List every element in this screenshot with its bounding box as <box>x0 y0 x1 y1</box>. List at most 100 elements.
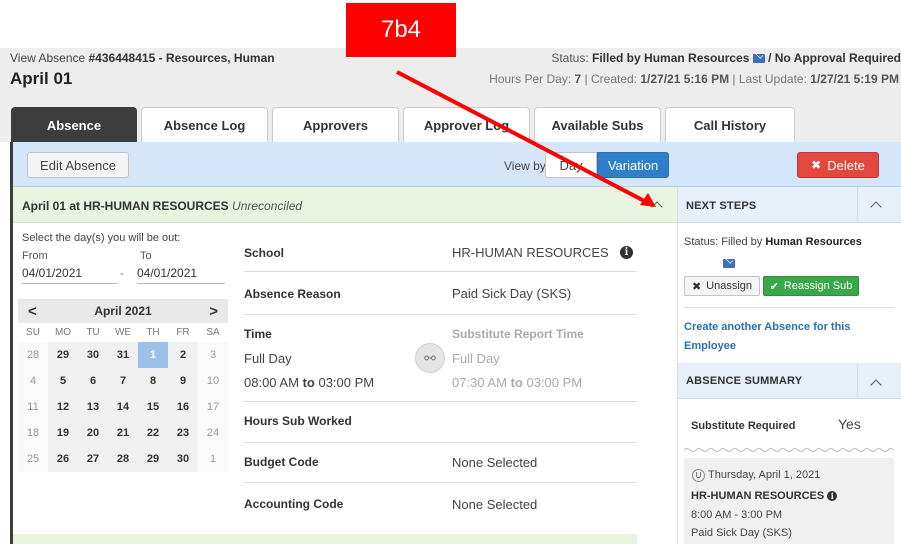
calendar-weekday: TU <box>78 323 108 342</box>
calendar-day[interactable]: 11 <box>18 394 48 420</box>
calendar-day[interactable]: 18 <box>18 420 48 446</box>
calendar-day[interactable]: 10 <box>198 368 228 394</box>
link-icon[interactable]: ⚯ <box>415 343 445 373</box>
header-divider <box>857 363 858 399</box>
wavy-divider <box>684 448 894 452</box>
info-icon[interactable]: i <box>827 491 838 502</box>
calendar-day[interactable]: 28 <box>18 342 48 368</box>
calendar-day[interactable]: 6 <box>78 368 108 394</box>
delete-button[interactable]: ✖ Delete <box>797 152 879 178</box>
calendar-days: 28 29 30 31 1 2 3 4 5 6 7 8 9 10 11 12 13 14 15 16 17 18 19 20 2… <box>18 342 228 472</box>
calendar-day[interactable]: 24 <box>198 420 228 446</box>
calendar-day[interactable]: 17 <box>198 394 228 420</box>
absence-collapse-button[interactable] <box>637 187 677 223</box>
divider <box>244 314 637 315</box>
close-icon: ✖ <box>691 280 702 293</box>
view-day-button[interactable]: Day <box>545 152 597 178</box>
calendar-day[interactable]: 29 <box>48 342 78 368</box>
calendar-day[interactable]: 22 <box>138 420 168 446</box>
sub-time-value: Full Day <box>452 351 500 366</box>
calendar-day[interactable]: 1 <box>198 446 228 472</box>
accounting-code-value[interactable]: None Selected <box>452 497 537 512</box>
calendar-day-selected[interactable]: 1 <box>138 342 168 368</box>
calendar-day[interactable]: 26 <box>48 446 78 472</box>
calendar-day[interactable]: 16 <box>168 394 198 420</box>
absence-reason-label: Absence Reason <box>244 287 341 301</box>
status-line: Status: Filled by Human Resources / No A… <box>551 51 901 65</box>
calendar-day[interactable]: 12 <box>48 394 78 420</box>
from-label: From <box>22 250 48 262</box>
substitute-required-value: Yes <box>838 416 861 432</box>
sub-time-range: 07:30 AM to 03:00 PM <box>452 375 583 390</box>
tab-absence[interactable]: Absence <box>11 107 137 142</box>
calendar-month: April 2021 <box>94 304 152 318</box>
last-update-time: 1/27/21 5:19 PM <box>810 72 899 86</box>
reassign-sub-button[interactable]: ✔ Reassign Sub <box>763 276 859 296</box>
edit-absence-button[interactable]: Edit Absence <box>27 152 129 178</box>
next-steps-status: Status: Filled by Human Resources <box>684 236 862 248</box>
filled-by-name: Human Resources <box>765 236 862 248</box>
calendar-day[interactable]: 3 <box>198 342 228 368</box>
calendar-day[interactable]: 30 <box>78 342 108 368</box>
substitute-required-label: Substitute Required <box>691 420 796 432</box>
calendar-day[interactable]: 2 <box>168 342 198 368</box>
hours-sub-worked-label: Hours Sub Worked <box>244 414 352 428</box>
unassign-label: Unassign <box>706 280 753 292</box>
calendar-day[interactable]: 29 <box>138 446 168 472</box>
close-icon: ✖ <box>811 158 822 172</box>
calendar-day[interactable]: 14 <box>108 394 138 420</box>
accounting-code-label: Accounting Code <box>244 497 344 511</box>
calendar-day[interactable]: 8 <box>138 368 168 394</box>
chevron-up-icon <box>651 200 663 213</box>
mail-icon[interactable] <box>752 54 765 64</box>
calendar-day[interactable]: 28 <box>108 446 138 472</box>
check-icon: ✔ <box>769 280 779 293</box>
mail-icon[interactable] <box>723 259 735 268</box>
tab-absence-log[interactable]: Absence Log <box>141 107 268 142</box>
create-absence-link[interactable]: Create another Absence for this Employee <box>684 318 884 356</box>
calendar-day[interactable]: 13 <box>78 394 108 420</box>
toolbar <box>13 142 901 187</box>
calendar-weekday: SU <box>18 323 48 342</box>
to-date-input[interactable]: 04/01/2021 <box>137 266 197 280</box>
created-time: 1/27/21 5:16 PM <box>640 72 730 86</box>
calendar-weekdays: SU MO TU WE TH FR SA <box>18 323 228 342</box>
calendar-day[interactable]: 21 <box>108 420 138 446</box>
calendar-day[interactable]: 19 <box>48 420 78 446</box>
calendar-day[interactable]: 31 <box>108 342 138 368</box>
summary-location: HR-HUMAN RESOURCES i <box>691 490 838 502</box>
calendar-next-button[interactable]: > <box>209 303 218 320</box>
tab-available-subs[interactable]: Available Subs <box>534 107 661 142</box>
time-label: Time <box>244 327 272 341</box>
calendar-day[interactable]: 5 <box>48 368 78 394</box>
tab-approvers[interactable]: Approvers <box>272 107 399 142</box>
tab-approver-log[interactable]: Approver Log <box>403 107 530 142</box>
info-icon[interactable]: i <box>620 246 633 259</box>
delete-label: Delete <box>827 157 865 173</box>
calendar-day[interactable]: 20 <box>78 420 108 446</box>
next-steps-title: NEXT STEPS <box>686 200 757 212</box>
tab-call-history[interactable]: Call History <box>665 107 795 142</box>
view-by-label: View by <box>504 159 546 173</box>
unreconciled-badge: U <box>692 469 705 482</box>
calendar-day[interactable]: 4 <box>18 368 48 394</box>
divider <box>684 307 894 308</box>
school-value: HR-HUMAN RESOURCES <box>452 245 609 260</box>
budget-code-label: Budget Code <box>244 455 319 469</box>
unassign-button[interactable]: ✖ Unassign <box>684 276 760 296</box>
calendar-day[interactable]: 9 <box>168 368 198 394</box>
calendar-day[interactable]: 23 <box>168 420 198 446</box>
view-variation-button[interactable]: Variation <box>597 152 669 178</box>
calendar-day[interactable]: 27 <box>78 446 108 472</box>
budget-code-value[interactable]: None Selected <box>452 455 537 470</box>
from-date-input[interactable]: 04/01/2021 <box>22 266 82 280</box>
calendar-day[interactable]: 7 <box>108 368 138 394</box>
calendar-weekday: WE <box>108 323 138 342</box>
meta-line: Hours Per Day: 7 | Created: 1/27/21 5:16… <box>489 72 899 86</box>
calendar-prev-button[interactable]: < <box>28 303 37 320</box>
annotation-label: 7b4 <box>346 3 456 57</box>
status-value: Filled by Human Resources <box>592 51 750 65</box>
calendar-day[interactable]: 15 <box>138 394 168 420</box>
calendar-day[interactable]: 25 <box>18 446 48 472</box>
calendar-day[interactable]: 30 <box>168 446 198 472</box>
